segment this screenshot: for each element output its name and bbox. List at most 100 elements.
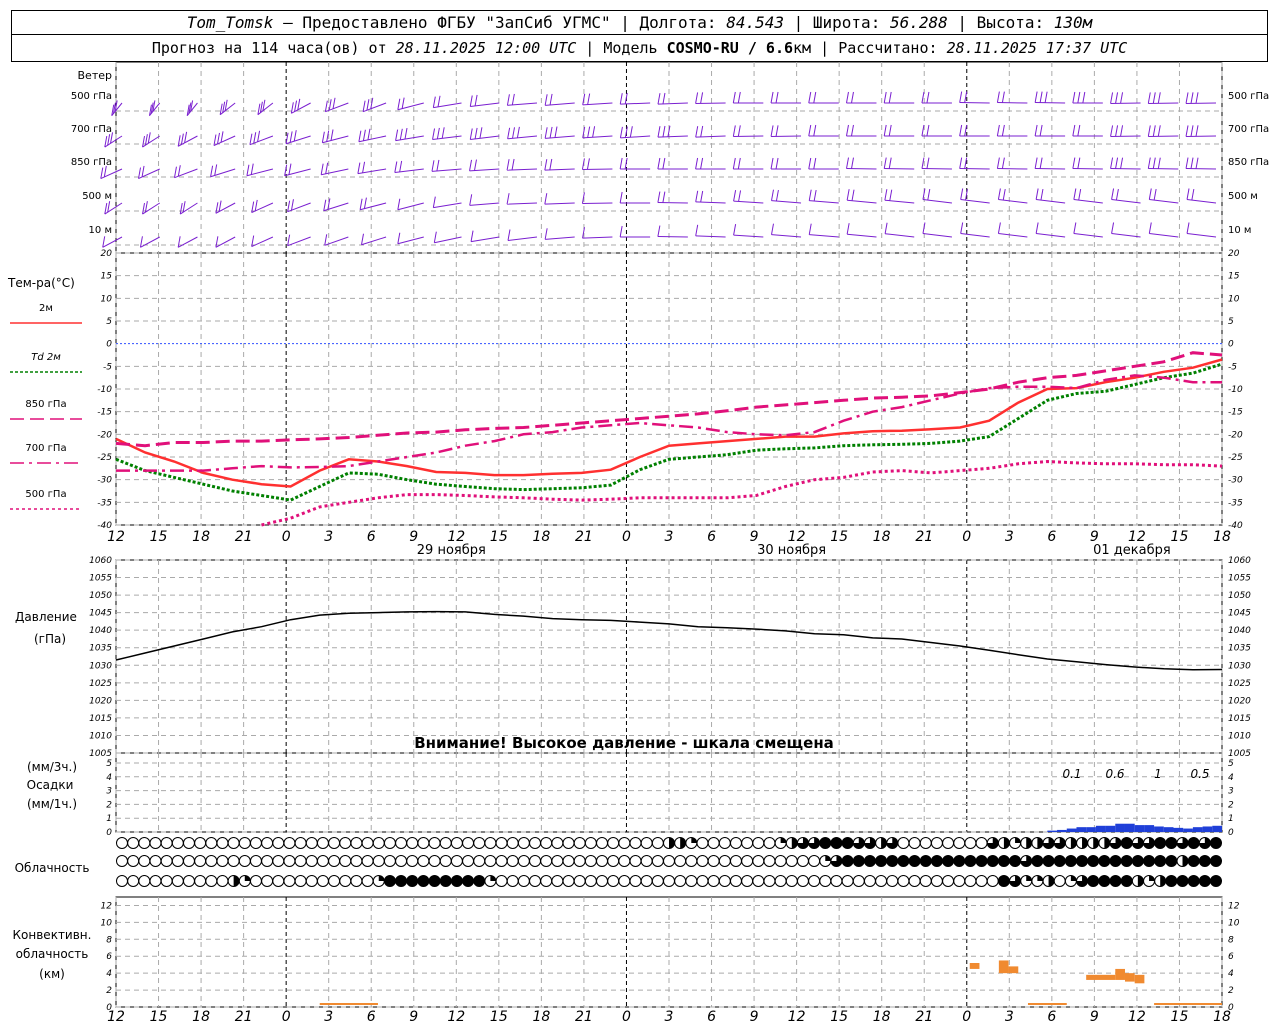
conv-cloud-bar — [969, 963, 980, 969]
pressure-tick-label: 1025 — [89, 679, 112, 689]
cloud-symbol — [841, 875, 854, 887]
cloud-symbol — [919, 875, 932, 887]
cloud-fill — [1065, 855, 1077, 867]
temp-legend-label: 700 гПа — [25, 443, 66, 454]
cloud-symbol — [517, 875, 530, 887]
wind-barb-flag — [737, 91, 741, 104]
cloud-fill — [1210, 855, 1222, 867]
cloud-symbol — [562, 837, 575, 849]
wind-barb-flag — [511, 158, 515, 171]
precip-bar — [1154, 826, 1164, 832]
cloud-fill — [1165, 875, 1177, 887]
cloud-label: Облачность — [15, 861, 90, 875]
pressure-tick-label: 1035 — [1228, 644, 1251, 654]
wind-barb-flag — [845, 124, 849, 137]
cloud-symbol — [562, 875, 575, 887]
cloud-fill — [1121, 875, 1133, 887]
wind-barb-shaft — [359, 202, 387, 211]
cloud-symbol — [741, 855, 754, 867]
pressure-tick-label: 1035 — [89, 644, 112, 654]
wind-barb-flag — [507, 229, 511, 241]
wind-level-label: 10 м — [89, 225, 112, 236]
wind-barb-shaft — [1186, 233, 1217, 238]
wind-barb-shaft — [847, 233, 877, 238]
time-tick-label: 15 — [830, 529, 848, 545]
wind-barb-shaft — [362, 102, 387, 113]
pressure-tick-label: 1005 — [89, 749, 112, 759]
wind-barb-flag — [808, 91, 812, 104]
wind-barb-flag — [474, 127, 478, 140]
wind-barb-shaft — [104, 202, 123, 215]
cloud-symbol — [908, 837, 921, 849]
cloud-symbol — [629, 855, 642, 867]
wind-barb-flag — [1001, 157, 1005, 169]
wind-barb-flag — [997, 188, 1001, 200]
time-tick-label: 3 — [324, 529, 333, 545]
temp-tick-label: 5 — [1228, 317, 1234, 327]
wind-barb-flag — [657, 191, 661, 203]
precip-tick-label: 4 — [106, 773, 112, 783]
wind-barb-flag — [549, 158, 553, 171]
cloud-symbol — [361, 837, 374, 849]
wind-barb-flag — [813, 91, 817, 104]
wind-barb-shaft — [323, 202, 349, 212]
cloud-fill — [953, 855, 965, 867]
wind-barb-flag — [1115, 92, 1119, 104]
wind-barb-shaft — [657, 135, 688, 138]
wind-barb-flag — [738, 190, 742, 202]
time-tick-label: 21 — [915, 529, 933, 545]
wind-barb-flag — [926, 124, 930, 137]
time-tick-label: 0 — [282, 529, 291, 545]
cloud-symbol — [283, 855, 296, 867]
wind-barb-flag — [1190, 92, 1194, 104]
time-tick-label: 0 — [622, 529, 631, 545]
cloud-symbol — [339, 855, 352, 867]
cloud-symbol — [517, 855, 530, 867]
cloud-fill — [417, 875, 429, 887]
cloud-fill — [1087, 875, 1099, 887]
cloud-symbol — [395, 855, 408, 867]
cloud-symbol — [227, 837, 240, 849]
temp-tick-label: -30 — [97, 476, 112, 486]
cloud-symbol — [975, 875, 988, 887]
precip-tick-label: 3 — [1228, 787, 1234, 797]
wind-barb-flag — [397, 98, 401, 110]
pressure-tick-label: 1020 — [89, 696, 112, 706]
time-tick-label: 9 — [750, 1009, 759, 1024]
wind-barb-flag — [362, 129, 366, 141]
wind-barb-flag — [1073, 222, 1077, 234]
cloud-fill — [998, 875, 1010, 887]
cloud-symbol — [395, 837, 408, 849]
wind-barb-flag — [289, 131, 293, 143]
cloud-fill — [942, 855, 954, 867]
cloud-fill — [897, 855, 909, 867]
cloud-fill — [1110, 855, 1122, 867]
wind-barb-flag — [888, 157, 892, 169]
cloud-symbol — [216, 837, 229, 849]
wind-barb-flag — [215, 202, 219, 214]
wind-barb-flag — [927, 188, 931, 201]
cloud-fill — [1076, 855, 1088, 867]
cloud-symbol — [640, 837, 653, 849]
cloud-symbol — [350, 855, 363, 867]
wind-barb-flag — [320, 163, 324, 175]
conv-label: Конвективн. — [13, 928, 92, 942]
cloud-symbol — [506, 837, 519, 849]
wind-barb-flag — [1034, 124, 1038, 137]
pressure-tick-label: 1030 — [89, 661, 112, 671]
wind-barb-flag — [323, 199, 327, 211]
temp-tick-label: 20 — [101, 249, 113, 259]
time-tick-label: 9 — [409, 1009, 418, 1024]
cloud-symbol — [785, 855, 798, 867]
wind-barb-shaft — [507, 202, 537, 205]
wind-barb-flag — [544, 159, 548, 171]
wind-barb-shaft — [433, 202, 462, 209]
cloud-symbol — [930, 837, 943, 849]
cloud-fill — [1037, 837, 1043, 849]
cloud-symbol — [450, 855, 463, 867]
wind-barb-flag — [1152, 92, 1156, 104]
wind-barb-flag — [700, 125, 704, 138]
cloud-symbol — [551, 837, 564, 849]
wind-barb-flag — [1186, 188, 1190, 200]
wind-barb-shaft — [215, 236, 236, 248]
